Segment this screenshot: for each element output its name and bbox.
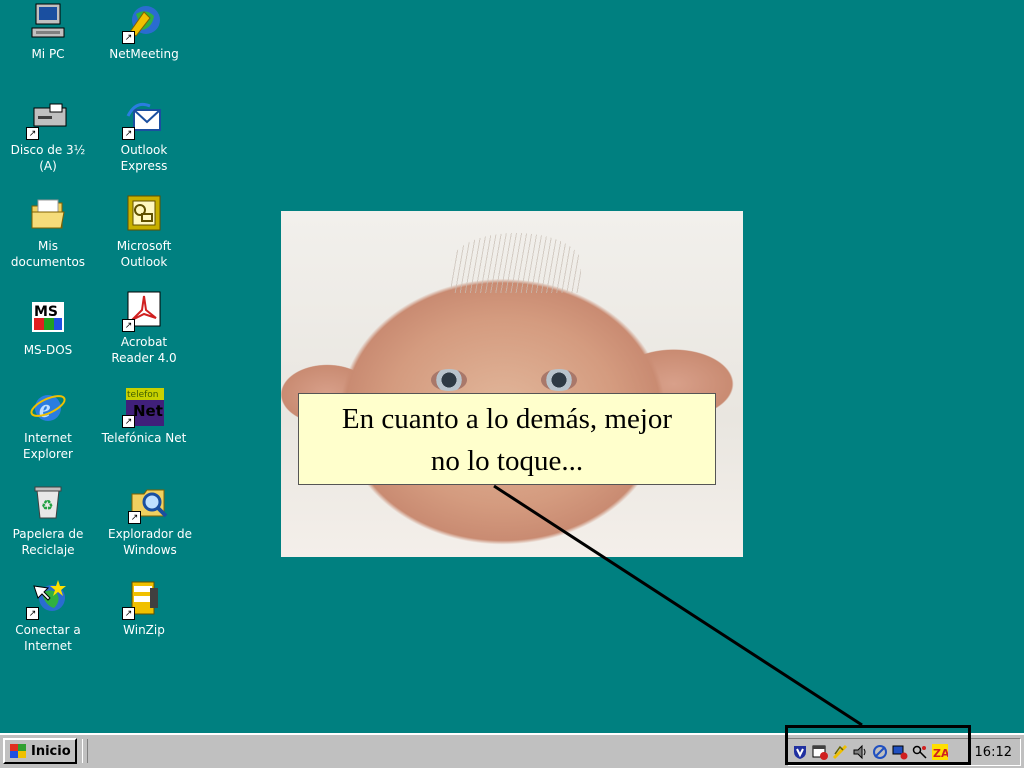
svg-text:telefon: telefon — [127, 390, 158, 400]
callout-box: En cuanto a lo demás, mejor no lo toque.… — [298, 393, 716, 485]
svg-text:♻: ♻ — [41, 497, 54, 513]
desktop-icon-label: Internet Explorer — [23, 431, 73, 461]
desktop-icon-netmeeting[interactable]: ↗ NetMeeting — [98, 2, 190, 62]
desktop-icon-label: NetMeeting — [109, 47, 179, 61]
desktop[interactable]: Mi PC ↗ Disco de 3½ (A) Mis documentos M… — [0, 0, 1024, 733]
desktop-icon-label: Acrobat Reader 4.0 — [111, 335, 177, 365]
windows-flag-icon — [9, 743, 27, 759]
taskbar-clock[interactable]: 16:12 — [975, 745, 1012, 760]
desktop-icon-label: Microsoft Outlook — [116, 239, 172, 269]
photo-hair — [451, 233, 581, 293]
antivirus-shield-icon[interactable] — [792, 744, 808, 760]
desktop-icon-mi-pc[interactable]: Mi PC — [2, 2, 94, 62]
desktop-icon-label: Outlook Express — [120, 143, 168, 173]
desktop-icon-label: Telefónica Net — [101, 431, 187, 445]
desktop-icon-label: Mis documentos — [10, 239, 86, 269]
winzip-icon: ↗ — [122, 578, 164, 620]
desktop-icon-ms-dos[interactable]: MS MS-DOS — [2, 298, 94, 358]
desktop-icon-telefonica-net[interactable]: telefon Net ↗ Telefónica Net — [98, 386, 190, 446]
desktop-icon-label: Mi PC — [31, 47, 65, 61]
power-plug-icon[interactable] — [832, 744, 848, 760]
photo-eye-right — [541, 369, 577, 391]
start-button[interactable]: Inicio — [3, 738, 77, 764]
desktop-icon-outlook-express[interactable]: ↗ Outlook Express — [98, 98, 190, 174]
desktop-icon-conectar[interactable]: ↗ Conectar a Internet — [2, 578, 94, 654]
key-icon[interactable] — [912, 744, 928, 760]
recycle-bin-icon: ♻ — [28, 482, 68, 522]
folder-icon — [28, 194, 68, 234]
internet-explorer-icon: e — [28, 386, 68, 426]
netmeeting-icon: ↗ — [122, 2, 164, 44]
desktop-icon-recycle-bin[interactable]: ♻ Papelera de Reciclaje — [2, 482, 94, 558]
desktop-icon-label: MS-DOS — [23, 343, 73, 357]
desktop-icon-mis-documentos[interactable]: Mis documentos — [2, 194, 94, 270]
desktop-icon-label: Disco de 3½ (A) — [10, 143, 86, 173]
svg-text:MS: MS — [34, 304, 58, 320]
callout-line-1: En cuanto a lo demás, mejor — [341, 403, 673, 435]
floppy-drive-icon: ↗ — [26, 98, 68, 140]
outlook-express-icon: ↗ — [122, 98, 164, 140]
taskbar-grip[interactable] — [82, 739, 88, 763]
desktop-icon-winzip[interactable]: ↗ WinZip — [98, 578, 190, 638]
svg-text:ZA: ZA — [933, 747, 948, 760]
scheduler-icon[interactable] — [812, 744, 828, 760]
system-tray: ZA 16:12 — [787, 738, 1021, 766]
desktop-icon-floppy[interactable]: ↗ Disco de 3½ (A) — [2, 98, 94, 174]
desktop-icon-label: WinZip — [123, 623, 165, 637]
outlook-icon — [124, 194, 164, 234]
telefonica-net-icon: telefon Net ↗ — [122, 386, 164, 428]
callout-line-2: no lo toque... — [430, 445, 584, 477]
baby-photo — [281, 211, 743, 557]
desktop-icon-internet-explorer[interactable]: e Internet Explorer — [2, 386, 94, 462]
taskbar: Inicio ZA 16:12 — [0, 733, 1024, 768]
computer-icon — [28, 2, 68, 42]
start-button-label: Inicio — [31, 743, 71, 759]
acrobat-icon: ↗ — [122, 290, 164, 332]
desktop-icon-label: Conectar a Internet — [15, 623, 81, 653]
connect-internet-icon: ↗ — [26, 578, 68, 620]
photo-eye-left — [431, 369, 467, 391]
desktop-icon-microsoft-outlook[interactable]: Microsoft Outlook — [98, 194, 190, 270]
desktop-icon-label: Papelera de Reciclaje — [12, 527, 84, 557]
ms-dos-icon: MS — [28, 298, 68, 338]
zonealarm-icon[interactable]: ZA — [932, 744, 950, 760]
svg-text:Net: Net — [133, 402, 163, 420]
display-icon[interactable] — [892, 744, 908, 760]
windows-explorer-icon: ↗ — [128, 482, 170, 524]
speaker-icon[interactable] — [852, 744, 868, 760]
network-icon[interactable] — [872, 744, 888, 760]
desktop-icon-acrobat[interactable]: ↗ Acrobat Reader 4.0 — [98, 290, 190, 366]
desktop-icon-label: Explorador de Windows — [108, 527, 192, 557]
desktop-icon-explorador[interactable]: ↗ Explorador de Windows — [104, 482, 196, 558]
